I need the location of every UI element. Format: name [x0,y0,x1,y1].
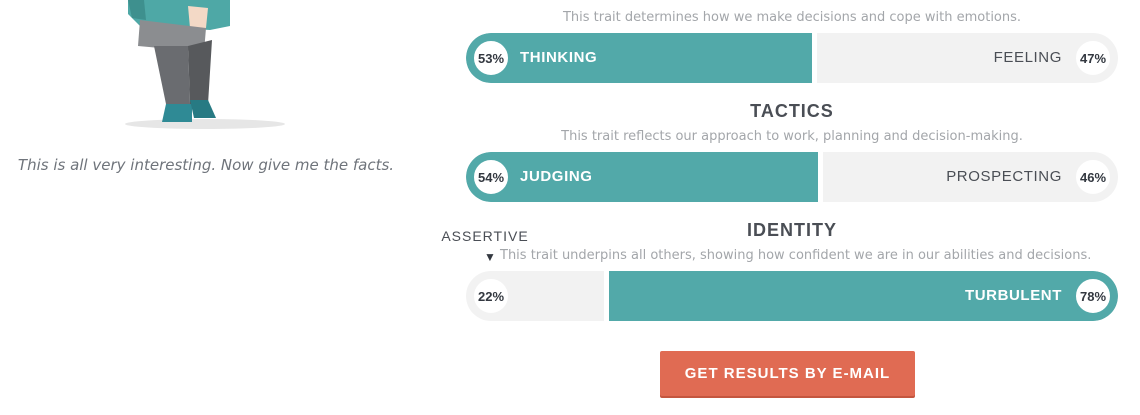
get-results-by-email-button[interactable]: GET RESULTS BY E-MAIL [660,351,915,396]
down-arrow-icon: ▼ [484,250,496,264]
left-percent-badge: 53% [470,37,512,79]
trait-bar-judging-prospecting[interactable]: 54% JUDGING PROSPECTING 46% [466,152,1118,202]
trait-divider [818,152,823,202]
figure-pants-right [188,40,212,104]
trait-divider [812,33,817,83]
figure-shoe-right [190,100,216,118]
right-percent-badge: 47% [1072,37,1114,79]
intro-caption: This is all very interesting. Now give m… [17,156,395,174]
trait-description: This trait underpins all others, showing… [500,248,1092,263]
left-percent-badge: 54% [470,156,512,198]
trait-description: This trait determines how we make decisi… [562,10,1022,25]
character-illustration [125,0,285,129]
right-trait-label: TURBULENT [964,287,1062,304]
trait-fill [466,152,818,202]
assertive-marker-label: ASSERTIVE [441,228,529,244]
left-trait-label: THINKING [520,49,598,66]
left-trait-label: JUDGING [520,168,593,185]
right-trait-label: FEELING [993,49,1062,66]
right-percent-badge: 46% [1072,156,1114,198]
trait-bar-assertive-turbulent[interactable]: 22% TURBULENT 78% [466,271,1118,321]
figure-shoe-left [162,104,192,122]
figure-hand [188,6,208,28]
trait-fill [466,33,812,83]
trait-description: This trait reflects our approach to work… [561,129,1023,144]
trait-heading: TACTICS [750,101,834,121]
right-trait-label: PROSPECTING [946,168,1062,185]
left-percent-badge: 22% [470,275,512,317]
trait-divider [604,271,609,321]
figure-pants-left [154,46,190,104]
trait-heading: IDENTITY [746,220,837,240]
figure-sleeve [128,0,146,20]
right-percent-badge: 78% [1072,275,1114,317]
trait-bar-thinking-feeling[interactable]: 53% THINKING FEELING 47% [466,33,1118,83]
figure-shadow [125,119,285,129]
